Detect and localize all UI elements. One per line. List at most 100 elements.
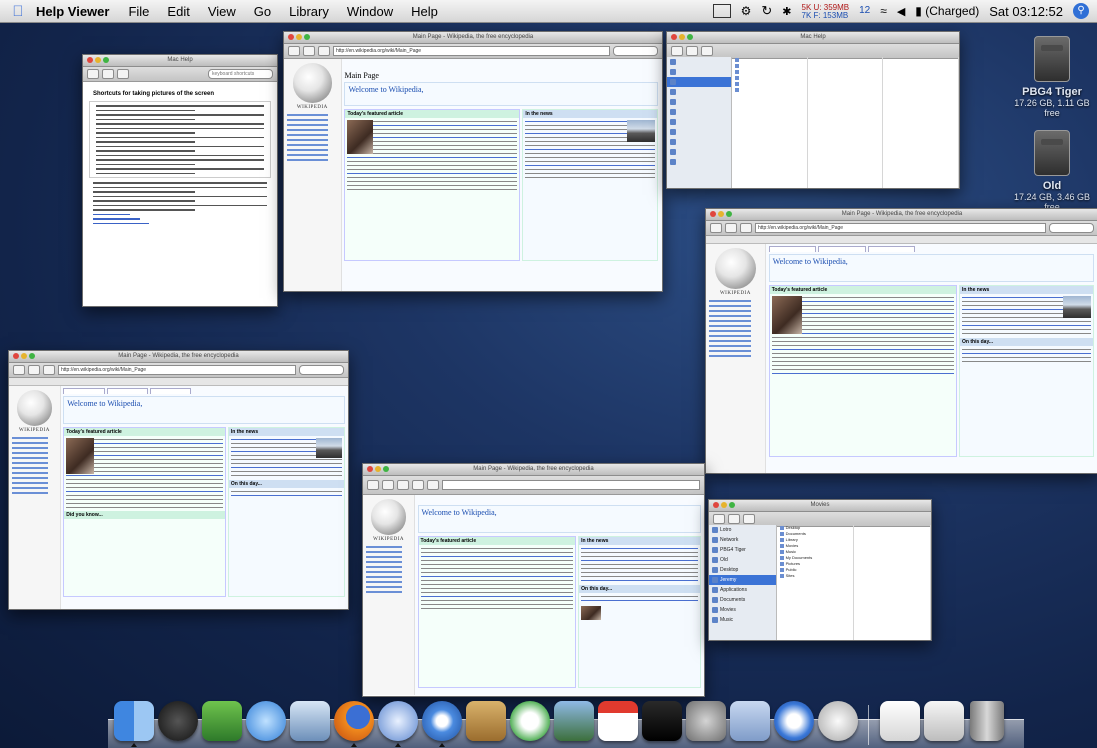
internet-explorer-icon[interactable] [774, 701, 814, 741]
window-controls[interactable] [13, 353, 35, 359]
help-viewer-window[interactable]: Mac Help keyboard shortcuts Shortcuts fo… [82, 54, 278, 307]
battery-status[interactable]: ▮ (Charged) [915, 4, 979, 18]
window-titlebar[interactable]: Main Page - Wikipedia, the free encyclop… [9, 351, 348, 363]
finder-window-top[interactable]: Mac Help [666, 31, 960, 189]
sidebar-item[interactable] [667, 107, 731, 117]
sidebar-item[interactable] [667, 67, 731, 77]
forward-button[interactable] [382, 480, 394, 490]
clock[interactable]: Sat 03:12:52 [989, 4, 1063, 19]
back-button[interactable] [288, 46, 300, 56]
sidebar-item[interactable]: Movies [709, 605, 776, 615]
forward-button[interactable] [102, 69, 114, 79]
home-button[interactable] [427, 480, 439, 490]
window-controls[interactable] [710, 211, 732, 217]
ical-icon[interactable] [598, 701, 638, 741]
window-controls[interactable] [367, 466, 389, 472]
sidebar-item[interactable] [667, 117, 731, 127]
disk-old[interactable]: Old 17.24 GB, 3.46 GB free [1012, 130, 1092, 212]
stop-button[interactable] [412, 480, 424, 490]
camino-icon[interactable] [378, 701, 418, 741]
sidebar-item[interactable] [667, 97, 731, 107]
app-menu[interactable]: Help Viewer [36, 4, 109, 19]
firefox-window-right[interactable]: Main Page - Wikipedia, the free encyclop… [705, 208, 1097, 474]
forward-button[interactable] [728, 514, 740, 524]
dashboard-icon[interactable] [158, 701, 198, 741]
mail-icon[interactable] [290, 701, 330, 741]
reload-button[interactable] [740, 223, 752, 233]
text-document-icon[interactable] [924, 701, 964, 741]
forward-button[interactable] [28, 365, 40, 375]
back-button[interactable] [13, 365, 25, 375]
back-button[interactable] [710, 223, 722, 233]
menu-file[interactable]: File [128, 4, 149, 19]
system-preferences-icon[interactable] [686, 701, 726, 741]
firefox-window-left[interactable]: Main Page - Wikipedia, the free encyclop… [8, 350, 349, 610]
window-titlebar[interactable]: Movies [709, 500, 931, 512]
finder-window-bottom[interactable]: Movies Lotro Network PBG4 Tiger Old Desk… [708, 499, 932, 641]
address-bar[interactable]: http://en.wikipedia.org/wiki/Main_Page [58, 365, 296, 375]
window-titlebar[interactable]: Main Page - Wikipedia, the free encyclop… [284, 32, 662, 44]
finder-icon[interactable] [114, 701, 154, 741]
window-controls[interactable] [87, 57, 109, 63]
forward-button[interactable] [686, 46, 698, 56]
bluetooth-icon[interactable]: ✱ [782, 5, 791, 18]
menu-library[interactable]: Library [289, 4, 329, 19]
list-item[interactable]: Sites [777, 573, 853, 579]
document-icon[interactable] [880, 701, 920, 741]
list-item[interactable] [732, 87, 807, 93]
window-titlebar[interactable]: Main Page - Wikipedia, the free encyclop… [363, 464, 704, 476]
google-search-field[interactable] [613, 46, 658, 56]
google-search-field[interactable] [299, 365, 344, 375]
script-icon[interactable]: ⚙ [741, 4, 752, 18]
view-button[interactable] [701, 46, 713, 56]
disk-pbg4-tiger[interactable]: PBG4 Tiger 17.26 GB, 1.11 GB free [1012, 36, 1092, 118]
sidebar-item[interactable] [667, 127, 731, 137]
menu-go[interactable]: Go [254, 4, 271, 19]
reload-button[interactable] [397, 480, 409, 490]
reload-button[interactable] [318, 46, 330, 56]
sidebar-item[interactable] [667, 157, 731, 167]
back-button[interactable] [713, 514, 725, 524]
home-button[interactable] [117, 69, 129, 79]
sidebar-item[interactable]: Music [709, 615, 776, 625]
sidebar-item[interactable] [667, 57, 731, 67]
menu-window[interactable]: Window [347, 4, 393, 19]
sidebar-item[interactable]: Desktop [709, 565, 776, 575]
address-book-icon[interactable] [466, 701, 506, 741]
browser-window-center[interactable]: Main Page - Wikipedia, the free encyclop… [362, 463, 705, 697]
sidebar-item[interactable] [667, 77, 732, 87]
window-titlebar[interactable]: Mac Help [667, 32, 959, 44]
address-bar[interactable]: http://en.wikipedia.org/wiki/Main_Page [333, 46, 610, 56]
sidebar-item[interactable] [667, 87, 731, 97]
screen-icon[interactable] [712, 4, 731, 18]
forward-button[interactable] [725, 223, 737, 233]
volume-icon[interactable]: ◀ [897, 5, 905, 18]
sidebar-item[interactable]: Network [709, 535, 776, 545]
reload-button[interactable] [43, 365, 55, 375]
memory-monitor[interactable]: 5K U: 359MB 7K F: 153MB [802, 4, 850, 20]
back-button[interactable] [671, 46, 683, 56]
back-button[interactable] [367, 480, 379, 490]
safari-window[interactable]: Main Page - Wikipedia, the free encyclop… [283, 31, 663, 292]
safari-icon[interactable] [422, 701, 462, 741]
google-search-field[interactable] [1049, 223, 1094, 233]
wifi-icon[interactable]: ≈ [880, 4, 887, 18]
sidebar-item[interactable] [667, 147, 731, 157]
menu-help[interactable]: Help [411, 4, 438, 19]
view-button[interactable] [743, 514, 755, 524]
preview-icon[interactable] [730, 701, 770, 741]
spotlight-icon[interactable]: ⚲ [1073, 3, 1089, 19]
terminal-icon[interactable] [642, 701, 682, 741]
window-controls[interactable] [713, 502, 735, 508]
network-utility-icon[interactable] [818, 701, 858, 741]
iphoto-icon[interactable] [554, 701, 594, 741]
network-globe-icon[interactable] [246, 701, 286, 741]
address-bar[interactable]: http://en.wikipedia.org/wiki/Main_Page [755, 223, 1046, 233]
window-controls[interactable] [288, 34, 310, 40]
forward-button[interactable] [303, 46, 315, 56]
menu-view[interactable]: View [208, 4, 236, 19]
itunes-icon[interactable] [510, 701, 550, 741]
firefox-icon[interactable] [334, 701, 374, 741]
address-bar[interactable] [442, 480, 700, 490]
sidebar-item[interactable] [667, 137, 731, 147]
